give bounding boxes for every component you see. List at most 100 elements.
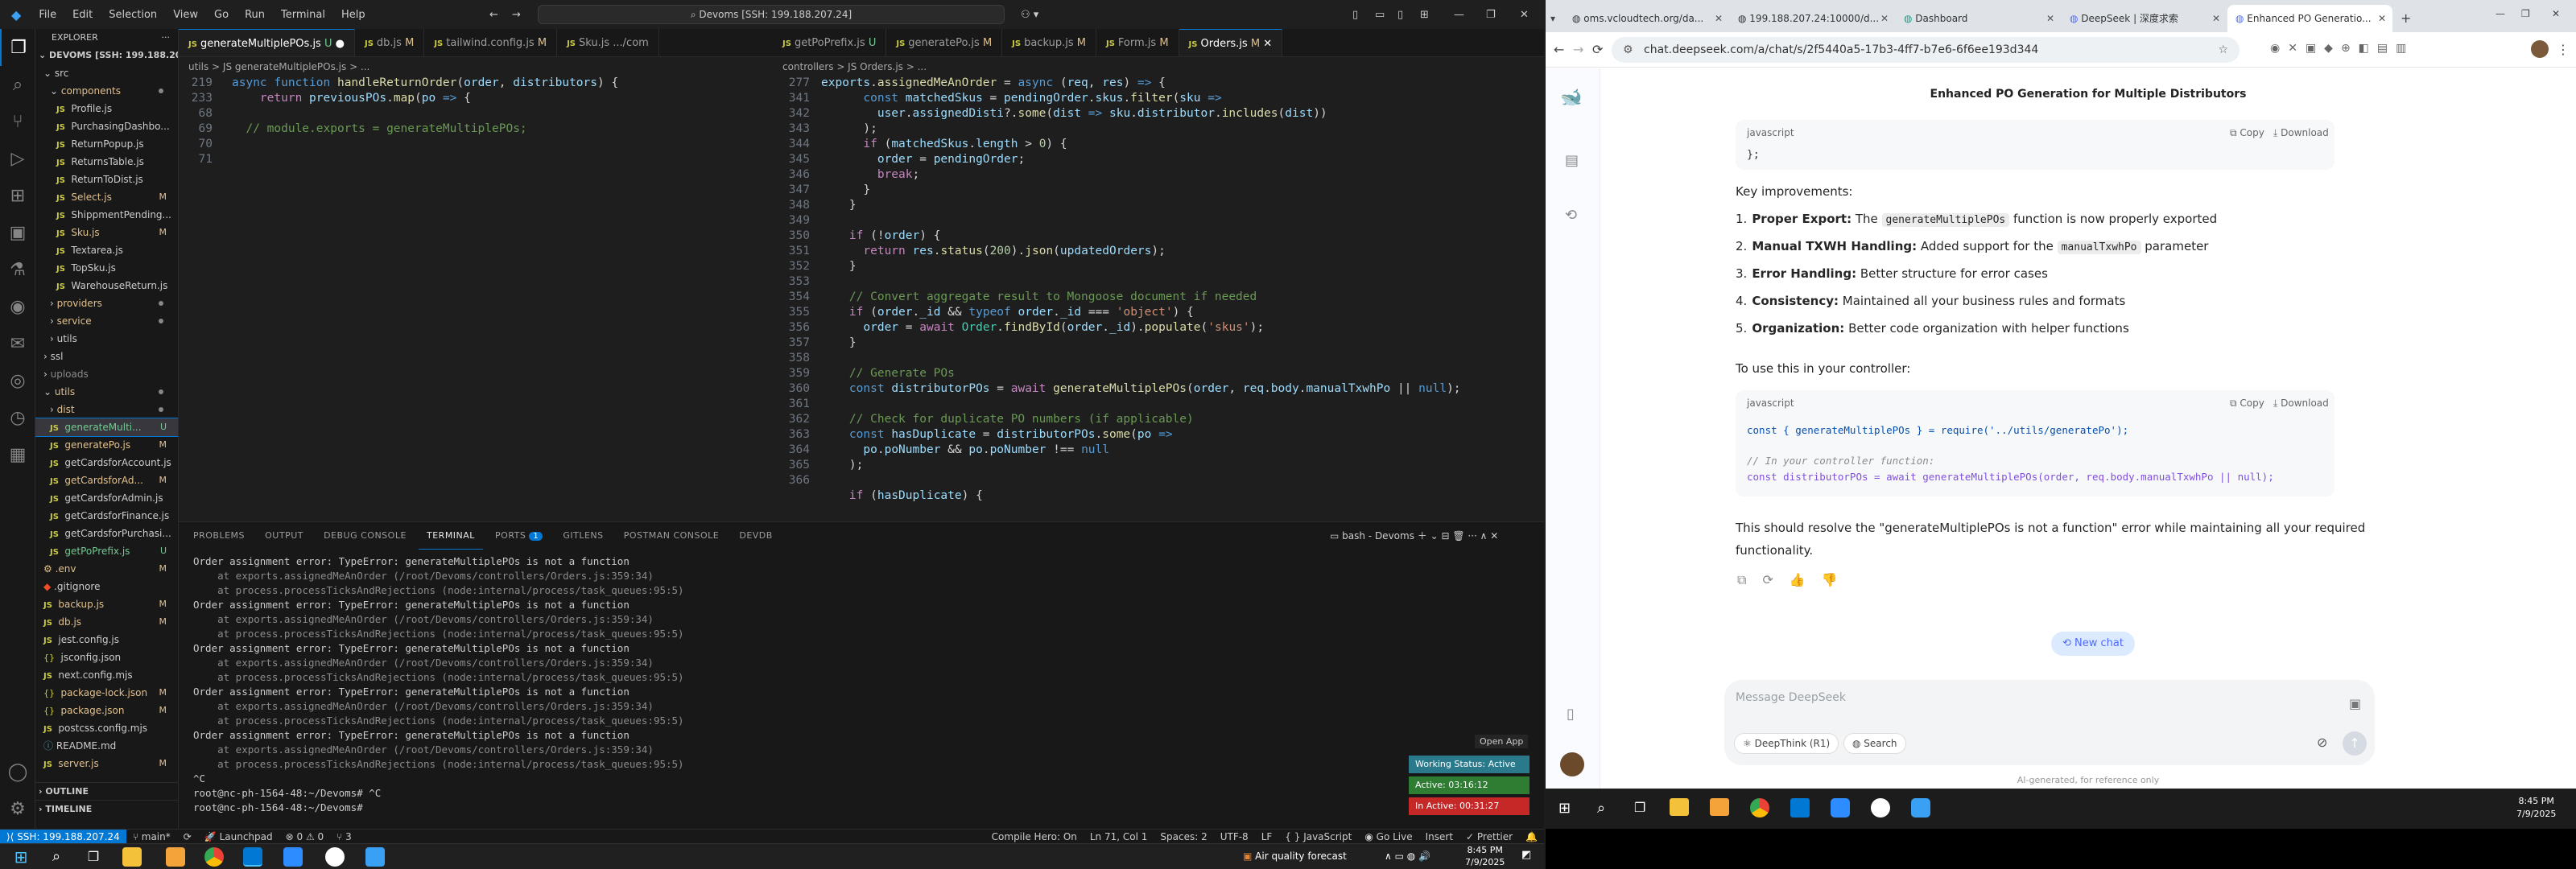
tree-item[interactable]: JS getCardsforAccount.js	[35, 454, 178, 472]
launchpad-button[interactable]: 🚀 Launchpad	[198, 831, 279, 842]
bookmark-star-icon[interactable]: ☆	[2218, 37, 2228, 63]
task-view-icon[interactable]: ❐	[1634, 800, 1645, 815]
tree-item[interactable]: JS ReturnPopup.js	[35, 135, 178, 153]
workspace-root[interactable]: DEVOMS [SSH: 199.188.20...	[49, 50, 178, 60]
tab-orders[interactable]: JS Orders.js M ✕	[1179, 29, 1283, 56]
panel-tab-devdb[interactable]: DEVDB	[731, 522, 780, 550]
search-icon[interactable]: ⌕	[0, 66, 35, 103]
source-control-icon[interactable]: ⑂	[0, 103, 35, 140]
tree-item[interactable]: ◆ .gitignore	[35, 578, 178, 595]
account-icon[interactable]: ◯	[0, 753, 35, 790]
tree-item[interactable]: JS jest.config.js	[35, 631, 178, 649]
panel-tab-output[interactable]: OUTPUT	[257, 522, 312, 550]
close-tab-icon[interactable]: ✕	[2212, 5, 2220, 32]
tree-item[interactable]: JS postcss.config.mjs	[35, 719, 178, 737]
tree-item[interactable]: JS Profile.js	[35, 100, 178, 117]
app2-icon[interactable]	[365, 847, 385, 867]
close-icon[interactable]: ✕	[1520, 9, 1529, 21]
database-icon[interactable]: ◎	[0, 362, 35, 399]
nav-back-icon[interactable]: ←	[489, 9, 498, 21]
terminal-selector[interactable]: ▭ bash - Devoms ＋ ⌄ ⊟ 🗑 ··· ∧ ✕	[1330, 522, 1498, 550]
tree-item[interactable]: JS getCardsforAd... M	[35, 472, 178, 489]
menu-help[interactable]: Help	[333, 9, 374, 21]
tree-item[interactable]: {} package-lock.json M	[35, 684, 178, 702]
image-upload-icon[interactable]: ▣	[2349, 696, 2361, 711]
testing-icon[interactable]: ⚗	[0, 251, 35, 288]
tab-generatemultiplepos[interactable]: JS generateMultiplePOs.js U ●	[179, 29, 355, 56]
minimize-icon[interactable]: —	[2496, 8, 2505, 19]
tab-sku[interactable]: JS Sku.js .../com	[557, 29, 659, 56]
vscode-taskbar-icon[interactable]	[1790, 798, 1810, 818]
tab-search-icon[interactable]: ▾	[1546, 5, 1563, 32]
minimize-icon[interactable]: —	[1454, 9, 1464, 21]
chrome-tab-dashboard[interactable]: ◍ Dashboard ✕	[1896, 5, 2061, 32]
layout-panel-icon[interactable]: ▭	[1375, 9, 1385, 21]
language-mode[interactable]: { } JavaScript	[1278, 831, 1358, 842]
layout-customize-icon[interactable]: ⊞	[1420, 9, 1429, 21]
menu-selection[interactable]: Selection	[101, 9, 165, 21]
tree-item[interactable]: {} package.json M	[35, 702, 178, 719]
tree-item[interactable]: JS Sku.js M	[35, 224, 178, 241]
close-tab-icon[interactable]: ✕	[2378, 5, 2386, 32]
explorer-icon[interactable]: ❐	[0, 29, 35, 66]
tree-item[interactable]: › uploads	[35, 365, 178, 383]
deepseek-logo-icon[interactable]: 🐋	[1560, 89, 1586, 107]
chrome-tab-enhanced-po[interactable]: ◍ Enhanced PO Generatio... ✕	[2227, 5, 2392, 32]
insert-mode[interactable]: Insert	[1419, 831, 1459, 842]
search-icon[interactable]: ⌕	[47, 847, 66, 867]
timeline-section[interactable]: TIMELINE	[45, 804, 92, 814]
chrome-tab-webmin[interactable]: ◍ 199.188.207.24:10000/d... ✕	[1730, 5, 1895, 32]
search-toggle[interactable]: ◍ Search	[1843, 733, 1906, 754]
outline-section[interactable]: OUTLINE	[45, 786, 89, 797]
tree-item[interactable]: JS generateMulti... U	[35, 418, 178, 437]
settings-gear-icon[interactable]: ⚙	[0, 790, 35, 827]
profile-avatar-icon[interactable]	[2531, 40, 2549, 58]
branch-indicator[interactable]: ⑂ main*	[126, 831, 177, 842]
menu-edit[interactable]: Edit	[64, 9, 101, 21]
menu-run[interactable]: Run	[237, 9, 273, 21]
new-tab-icon[interactable]: +	[2392, 5, 2419, 32]
weather-widget[interactable]: ▣ Air quality forecast	[1243, 850, 1347, 862]
tree-item[interactable]: JS getCardsforPurchasi...	[35, 525, 178, 542]
eol-setting[interactable]: LF	[1255, 831, 1279, 842]
tray-icons[interactable]: ∧ ▭ ◍ 🔊	[1385, 850, 1430, 862]
tab-generatepo[interactable]: JS generatePo.js M	[886, 29, 1003, 56]
tree-item[interactable]: JS next.config.mjs	[35, 666, 178, 684]
tree-item[interactable]: JS getCardsforAdmin.js	[35, 489, 178, 507]
run-debug-icon[interactable]: ▷	[0, 140, 35, 177]
left-minimap[interactable]	[676, 76, 749, 521]
tree-item[interactable]: JS generatePo.js M	[35, 436, 178, 454]
close-window-icon[interactable]: ✕	[2552, 8, 2560, 19]
tab-db[interactable]: JS db.js M	[354, 29, 425, 56]
maximize-icon[interactable]: ❐	[2521, 8, 2530, 19]
right-minimap[interactable]	[1472, 76, 1544, 521]
panel-tab-debug-console[interactable]: DEBUG CONSOLE	[316, 522, 415, 550]
tree-item[interactable]: JS getCardsforFinance.js	[35, 507, 178, 525]
tree-item[interactable]: JS db.js M	[35, 613, 178, 631]
tree-item[interactable]: › service	[35, 312, 178, 330]
command-center[interactable]: ⌕ Devoms [SSH: 199.188.207.24]	[538, 5, 1005, 24]
zoom-icon[interactable]	[283, 847, 303, 867]
compile-hero[interactable]: Compile Hero: On	[985, 831, 1084, 842]
tab-backup[interactable]: JS backup.js M	[1002, 29, 1096, 56]
tree-item[interactable]: ⌄ src	[35, 64, 178, 82]
tree-item[interactable]: › utils	[35, 330, 178, 348]
new-chat-icon[interactable]: ⟲	[1565, 207, 1577, 224]
store-icon[interactable]	[1710, 798, 1729, 816]
remote-explorer-icon[interactable]: ▣	[0, 214, 35, 251]
app2-icon[interactable]	[1911, 798, 1930, 818]
ports-indicator[interactable]: ⑂ 3	[330, 831, 358, 842]
prettier-status[interactable]: ✓ Prettier	[1459, 831, 1519, 842]
right-code[interactable]: exports.assignedMeAnOrder = async (req, …	[821, 76, 1461, 504]
attach-icon[interactable]: ⊘	[2317, 735, 2327, 750]
tree-item[interactable]: ⚙ .env M	[35, 560, 178, 578]
restore-icon[interactable]: ❐	[1486, 9, 1496, 21]
chevron-down-icon[interactable]: ⌄	[39, 50, 49, 60]
tree-item[interactable]: ⓘ README.md	[35, 737, 178, 755]
download-button[interactable]: ⤓ Download	[2273, 397, 2329, 410]
windows-start-icon[interactable]: ⊞	[11, 847, 31, 867]
extensions-icon[interactable]: ⊞	[0, 177, 35, 214]
sync-icon[interactable]: ⟳	[177, 831, 198, 842]
tree-item[interactable]: JS ReturnToDist.js	[35, 171, 178, 188]
message-input[interactable]: Message DeepSeek	[1736, 691, 1846, 704]
